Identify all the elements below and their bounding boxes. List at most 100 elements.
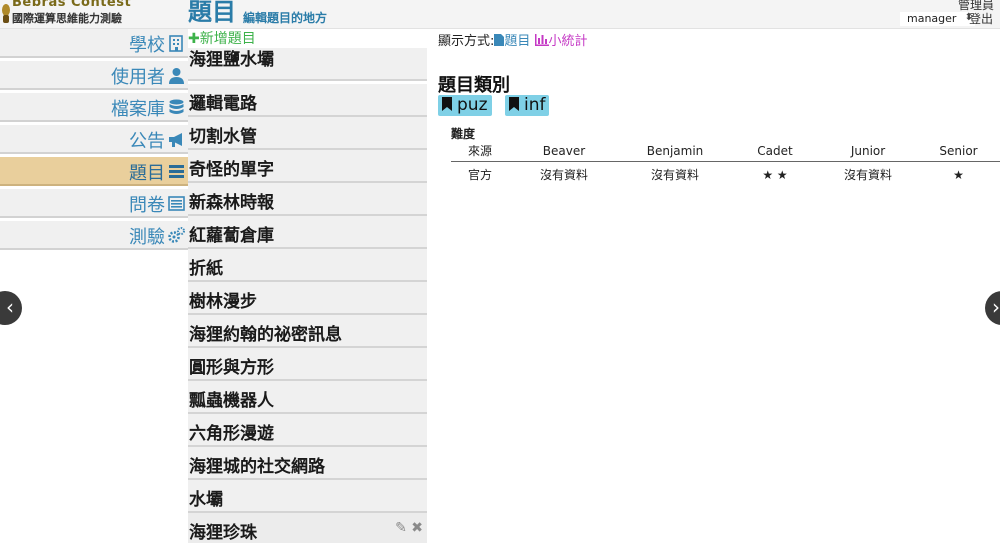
display-stats-label: 小統計 xyxy=(548,34,588,49)
logo-title: Bebras Contest xyxy=(12,0,132,10)
display-problems-option[interactable]: 題目 xyxy=(494,34,530,49)
table-row: 官方 沒有資料 沒有資料 ★ ★ 沒有資料 ★ xyxy=(451,162,1000,188)
user-icon xyxy=(169,68,184,84)
building-icon xyxy=(169,35,183,52)
list-item[interactable]: 瓢蟲機器人 xyxy=(188,381,427,414)
difficulty-table: 來源 Beaver Benjamin Cadet Junior Senior 官… xyxy=(451,141,1000,187)
tag-label: inf xyxy=(524,95,546,115)
list-item[interactable]: 邏輯電路 xyxy=(188,84,427,117)
table-cell: 沒有資料 xyxy=(650,168,699,182)
list-item[interactable]: 海狸城的社交網路 xyxy=(188,447,427,480)
sidebar-item-label: 測驗 xyxy=(129,227,165,248)
table-cell-stars: ★ ★ xyxy=(762,167,788,182)
display-mode-label: 顯示方式: xyxy=(438,34,495,49)
logo-subtitle: 國際運算思維能力測驗 xyxy=(12,12,122,25)
bebras-beaver-logo-icon xyxy=(2,4,10,23)
table-cell: 沒有資料 xyxy=(539,168,588,182)
problem-title: 紅蘿蔔倉庫 xyxy=(189,226,274,246)
list-icon xyxy=(169,165,184,178)
sidebar-item-database[interactable]: 檔案庫 xyxy=(0,93,188,122)
col-header-cadet: Cadet xyxy=(731,141,819,162)
sidebar: 學校 使用者 檔案庫 公告 題目 問卷 測驗 xyxy=(0,29,188,541)
megaphone-icon xyxy=(169,133,182,147)
difficulty-label: 難度 xyxy=(451,127,476,141)
list-item[interactable]: 紅蘿蔔倉庫 xyxy=(188,216,427,249)
bebras-logo[interactable]: Bebras Contest 國際運算思維能力測驗 xyxy=(0,0,186,26)
sidebar-item-announcements[interactable]: 公告 xyxy=(0,125,188,154)
header-bar: Bebras Contest 國際運算思維能力測驗 題目 編輯題目的地方 管理員… xyxy=(0,0,1000,29)
problem-title: 海狸珍珠 xyxy=(189,523,257,543)
problem-title: 瓢蟲機器人 xyxy=(189,391,274,411)
gears-icon xyxy=(168,227,185,243)
sidebar-item-problems[interactable]: 題目 xyxy=(0,157,188,186)
row-actions: ✎ ✖ xyxy=(395,520,423,536)
sidebar-item-label: 題目 xyxy=(129,163,165,184)
problem-title: 邏輯電路 xyxy=(189,94,257,114)
table-cell: 官方 xyxy=(467,168,492,182)
list-item[interactable]: 海狸珍珠 ✎ ✖ xyxy=(188,513,427,543)
problem-title: 六角形漫遊 xyxy=(189,424,274,444)
page-title: 題目 xyxy=(188,0,236,26)
sidebar-item-label: 使用者 xyxy=(111,67,165,88)
user-select[interactable]: manager ⬍ xyxy=(900,12,975,26)
sidebar-item-label: 檔案庫 xyxy=(111,99,165,120)
edit-pencil-icon[interactable]: ✎ xyxy=(395,520,407,536)
list-item[interactable]: 水壩 xyxy=(188,480,427,513)
tag-label: puz xyxy=(457,95,488,115)
list-item[interactable]: 新森林時報 xyxy=(188,183,427,216)
list-item[interactable]: 海狸約翰的祕密訊息 xyxy=(188,315,427,348)
sidebar-item-label: 公告 xyxy=(129,131,165,152)
col-header-source: 來源 xyxy=(451,141,509,162)
col-header-beaver: Beaver xyxy=(509,141,619,162)
problem-title: 折紙 xyxy=(189,259,223,279)
page-subtitle: 編輯題目的地方 xyxy=(243,11,328,25)
problem-title: 海狸鹽水壩 xyxy=(189,50,274,70)
table-header-row: 來源 Beaver Benjamin Cadet Junior Senior xyxy=(451,141,1000,162)
chevron-right-icon: › xyxy=(992,295,1000,319)
problem-title: 奇怪的單字 xyxy=(189,160,274,180)
sidebar-item-label: 問卷 xyxy=(129,195,165,216)
list-item[interactable]: 六角形漫遊 xyxy=(188,414,427,447)
sidebar-item-users[interactable]: 使用者 xyxy=(0,61,188,90)
list-item[interactable]: 奇怪的單字 xyxy=(188,150,427,183)
list-item[interactable]: 切割水管 xyxy=(188,117,427,150)
sidebar-item-label: 學校 xyxy=(129,35,165,56)
bookmark-icon xyxy=(442,97,452,111)
database-icon xyxy=(169,99,184,114)
col-header-senior: Senior xyxy=(917,141,1000,162)
sidebar-item-tests[interactable]: 測驗 xyxy=(0,221,188,250)
form-icon xyxy=(168,196,185,211)
list-item[interactable]: 折紙 xyxy=(188,249,427,282)
problem-title: 樹林漫步 xyxy=(189,292,257,312)
logout-link[interactable]: 登出 xyxy=(969,10,993,27)
sidebar-item-schools[interactable]: 學校 xyxy=(0,29,188,58)
list-item[interactable]: 樹林漫步 xyxy=(188,282,427,315)
list-item[interactable]: 海狸鹽水壩 xyxy=(188,48,427,81)
sidebar-item-surveys[interactable]: 問卷 xyxy=(0,189,188,218)
bookmark-icon xyxy=(509,97,519,111)
next-arrow-button[interactable]: › xyxy=(985,291,1000,325)
tag-puz[interactable]: puz xyxy=(438,95,492,116)
document-icon xyxy=(494,34,505,46)
table-cell-stars: ★ xyxy=(953,167,964,182)
problem-title: 新森林時報 xyxy=(189,193,274,213)
delete-x-icon[interactable]: ✖ xyxy=(411,520,423,536)
display-problems-label: 題目 xyxy=(504,34,531,49)
problem-title: 水壩 xyxy=(189,490,223,510)
category-title: 題目類別 xyxy=(438,75,510,96)
col-header-benjamin: Benjamin xyxy=(619,141,731,162)
user-select-value: manager xyxy=(907,12,957,25)
problem-title: 切割水管 xyxy=(189,127,257,147)
tag-inf[interactable]: inf xyxy=(505,95,550,116)
problem-title: 海狸約翰的祕密訊息 xyxy=(189,325,342,345)
problem-title: 圓形與方形 xyxy=(189,358,274,378)
problem-list: 海狸鹽水壩 邏輯電路 切割水管 奇怪的單字 新森林時報 紅蘿蔔倉庫 折紙 樹林漫… xyxy=(188,48,427,543)
display-mode-bar: 顯示方式: 題目 小統計 xyxy=(438,30,588,49)
table-cell: 沒有資料 xyxy=(843,168,892,182)
list-item[interactable]: 圓形與方形 xyxy=(188,348,427,381)
display-stats-option[interactable]: 小統計 xyxy=(534,34,588,49)
chevron-left-icon: ‹ xyxy=(6,295,14,319)
problem-title: 海狸城的社交網路 xyxy=(189,457,325,477)
bar-chart-icon xyxy=(534,34,549,46)
col-header-junior: Junior xyxy=(819,141,917,162)
